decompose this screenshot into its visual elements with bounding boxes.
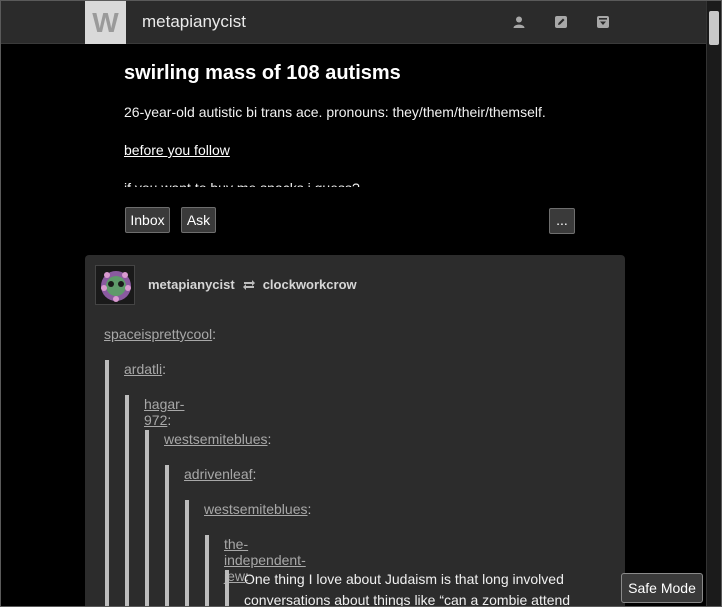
post-author[interactable]: metapianycist [148, 277, 235, 292]
chain-colon: : [252, 466, 257, 482]
quote-bar [165, 465, 169, 606]
quote-bar [205, 535, 209, 606]
user-icon[interactable] [512, 15, 526, 29]
chain-user-link[interactable]: westsemiteblues [204, 501, 308, 517]
before-you-follow-link[interactable]: before you follow [124, 142, 230, 158]
reblogged-from[interactable]: clockworkcrow [263, 277, 357, 292]
chain-user-link[interactable]: hagar-972 [144, 396, 184, 428]
chain-item: westsemiteblues: [164, 431, 271, 447]
quote-bar [225, 570, 229, 606]
chain-colon: : [167, 412, 172, 428]
post-body-text: One thing I love about Judaism is that l… [244, 571, 571, 607]
avatar[interactable] [95, 265, 135, 305]
chain-item: hagar-972: [144, 396, 184, 428]
quote-bar [145, 430, 149, 606]
bio-text: 26-year-old autistic bi trans ace. prono… [124, 104, 546, 120]
chain-item: spaceisprettycool: [104, 326, 216, 342]
browser-viewport: W metapianycist swirling mass of 108 aut… [0, 0, 722, 607]
chain-user-link[interactable]: ardatli [124, 361, 162, 377]
inbox-button[interactable]: Inbox [125, 207, 170, 233]
blog-title: swirling mass of 108 autisms [124, 62, 401, 84]
more-button[interactable]: ... [549, 208, 575, 234]
avatar-image [96, 266, 134, 304]
safe-mode-button[interactable]: Safe Mode [621, 573, 703, 603]
chain-item: ardatli: [124, 361, 166, 377]
scrollbar-thumb[interactable] [709, 11, 719, 45]
edit-icon[interactable] [554, 15, 568, 29]
quote-bar [125, 395, 129, 606]
ask-button[interactable]: Ask [181, 207, 216, 233]
reblog-icon [242, 279, 255, 290]
chain-colon: : [307, 501, 312, 517]
scrollbar[interactable] [706, 1, 721, 606]
quote-bar [105, 360, 109, 606]
chain-colon: : [267, 431, 272, 447]
chain-colon: : [162, 361, 167, 377]
chain-item: westsemiteblues: [204, 501, 311, 517]
blog-description: 26-year-old autistic bi trans ace. prono… [124, 103, 594, 187]
chain-colon: : [212, 326, 217, 342]
chain-user-link[interactable]: westsemiteblues [164, 431, 268, 447]
blog-name[interactable]: metapianycist [142, 12, 246, 32]
snacks-text[interactable]: if you want to buy me snacks i guess? [124, 179, 594, 187]
blog-logo[interactable]: W [85, 1, 126, 44]
quote-bar [185, 500, 189, 606]
blog-header: W metapianycist [1, 1, 707, 44]
chain-user-link[interactable]: spaceisprettycool [104, 326, 212, 342]
chain-user-link[interactable]: adrivenleaf [184, 466, 253, 482]
post-attribution: metapianycist clockworkcrow [148, 277, 357, 292]
chain-item: adrivenleaf: [184, 466, 256, 482]
archive-icon[interactable] [596, 15, 610, 29]
